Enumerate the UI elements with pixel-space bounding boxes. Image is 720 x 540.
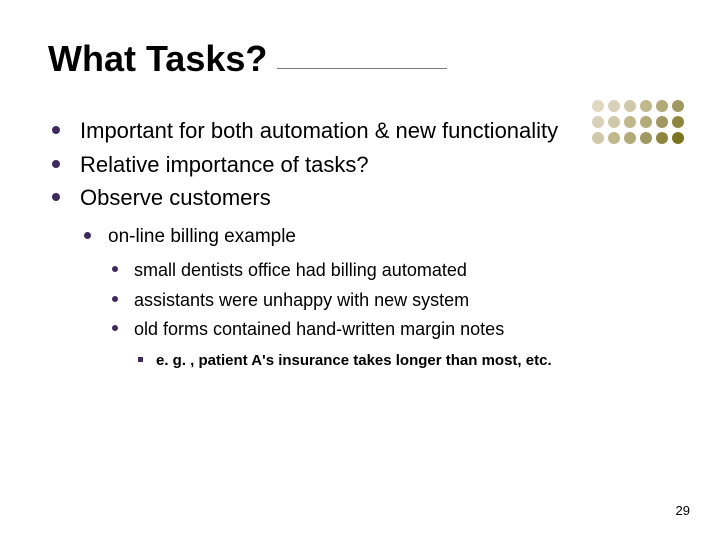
page-number: 29 — [676, 503, 690, 518]
dot-icon — [672, 116, 684, 128]
slide-title: What Tasks? — [48, 38, 267, 80]
dot-icon — [672, 100, 684, 112]
bullet-text: old forms contained hand-written margin … — [134, 319, 504, 339]
bullet-text: e. g. , patient A's insurance takes long… — [156, 352, 552, 369]
bullet-text: Observe customers — [80, 185, 271, 210]
list-item: Observe customers on-line billing exampl… — [48, 183, 672, 372]
list-item: on-line billing example small dentists o… — [80, 223, 672, 373]
bullet-list-level4: e. g. , patient A's insurance takes long… — [134, 350, 672, 373]
dot-icon — [640, 100, 652, 112]
dot-icon — [608, 100, 620, 112]
list-item: Important for both automation & new func… — [48, 116, 672, 146]
dot-icon — [624, 100, 636, 112]
list-item: small dentists office had billing automa… — [108, 257, 672, 285]
bullet-text: Relative importance of tasks? — [80, 152, 369, 177]
title-row: What Tasks? — [48, 38, 672, 80]
bullet-list-level1: Important for both automation & new func… — [48, 116, 672, 373]
bullet-list-level2: on-line billing example small dentists o… — [80, 223, 672, 373]
bullet-list-level3: small dentists office had billing automa… — [108, 257, 672, 373]
list-item: Relative importance of tasks? — [48, 150, 672, 180]
bullet-text: small dentists office had billing automa… — [134, 260, 467, 280]
list-item: assistants were unhappy with new system — [108, 287, 672, 315]
slide: What Tasks? Important for both automatio… — [0, 0, 720, 540]
dot-icon — [656, 100, 668, 112]
dot-icon — [592, 100, 604, 112]
list-item: e. g. , patient A's insurance takes long… — [134, 350, 672, 373]
bullet-text: on-line billing example — [108, 226, 296, 247]
list-item: old forms contained hand-written margin … — [108, 316, 672, 372]
dot-icon — [672, 132, 684, 144]
bullet-text: Important for both automation & new func… — [80, 118, 558, 143]
title-divider — [277, 68, 447, 69]
bullet-text: assistants were unhappy with new system — [134, 290, 469, 310]
